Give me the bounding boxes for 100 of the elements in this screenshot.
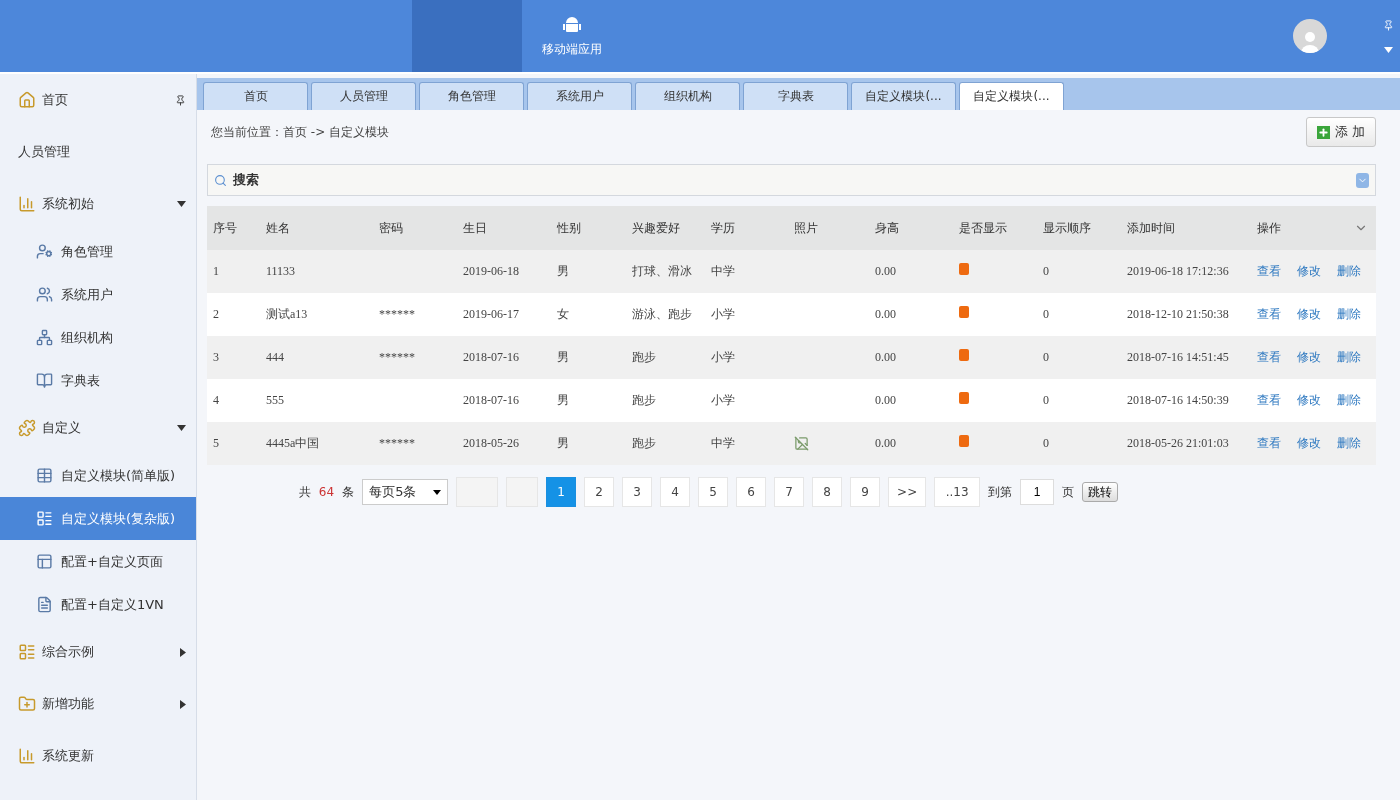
column-header[interactable]: 学历	[711, 219, 735, 237]
action-link[interactable]: 查看	[1257, 392, 1281, 409]
page-button[interactable]: 9	[850, 477, 881, 507]
tab[interactable]: 系统用户	[527, 82, 632, 110]
sidebar-item[interactable]: 自定义	[0, 402, 196, 454]
table-cell: 555	[266, 393, 284, 408]
column-header[interactable]: 密码	[379, 219, 403, 237]
search-title: 搜索	[233, 171, 259, 189]
column-header[interactable]: 是否显示	[959, 219, 1007, 237]
table-cell: ******	[379, 436, 415, 451]
page-button[interactable]: 7	[774, 477, 805, 507]
page-size-select[interactable]: 每页5条	[362, 479, 449, 505]
column-header[interactable]: 操作	[1257, 219, 1281, 237]
pin-icon[interactable]	[175, 94, 186, 106]
action-link[interactable]: 删除	[1337, 349, 1361, 366]
action-link[interactable]: 删除	[1337, 306, 1361, 323]
action-link[interactable]: 修改	[1297, 392, 1321, 409]
page-button[interactable]: 2	[584, 477, 615, 507]
table-cell: 小学	[711, 306, 735, 323]
page-button[interactable]: 4	[660, 477, 691, 507]
action-link[interactable]: 删除	[1337, 392, 1361, 409]
sidebar-subitem[interactable]: 配置+自定义1VN	[0, 583, 196, 626]
action-link[interactable]: 查看	[1257, 349, 1281, 366]
menu-icon	[36, 372, 53, 389]
action-link[interactable]: 修改	[1297, 435, 1321, 452]
action-link[interactable]: 修改	[1297, 263, 1321, 280]
add-button[interactable]: 添 加	[1305, 117, 1376, 147]
tab[interactable]: 首页	[203, 82, 308, 110]
pin-icon[interactable]	[1383, 19, 1394, 31]
sidebar-subitem[interactable]: 角色管理	[0, 230, 196, 273]
column-header[interactable]: 生日	[463, 219, 487, 237]
total-label: 条	[342, 483, 355, 501]
page-button[interactable]: 6	[736, 477, 767, 507]
action-link[interactable]: 删除	[1337, 263, 1361, 280]
caret-down-icon	[177, 201, 186, 207]
sidebar-item[interactable]: 系统更新	[0, 730, 196, 782]
action-link[interactable]: 查看	[1257, 263, 1281, 280]
menu-icon	[18, 195, 36, 213]
tab[interactable]: 角色管理	[419, 82, 524, 110]
collapse-icon[interactable]	[1356, 172, 1369, 188]
app-nav-label[interactable]: 移动端应用	[542, 40, 602, 58]
jump-button[interactable]: 跳转	[1082, 482, 1119, 502]
column-header[interactable]: 兴趣爱好	[632, 219, 680, 237]
page-button[interactable]: 3	[622, 477, 653, 507]
display-flag-icon	[959, 348, 969, 361]
tab[interactable]: 自定义模块(...	[959, 82, 1064, 110]
column-header[interactable]: 序号	[213, 219, 237, 237]
last-page-button[interactable]: ..13	[934, 477, 981, 507]
breadcrumb: 您当前位置：首页 -> 自定义模块	[211, 123, 389, 141]
page-button[interactable]: 5	[698, 477, 729, 507]
action-link[interactable]: 查看	[1257, 306, 1281, 323]
display-flag-icon	[959, 262, 969, 275]
sidebar-item[interactable]: 新增功能	[0, 678, 196, 730]
sidebar-subitem[interactable]: 字典表	[0, 359, 196, 402]
tab[interactable]: 人员管理	[311, 82, 416, 110]
column-header[interactable]: 姓名	[266, 219, 290, 237]
sidebar-item[interactable]: 系统初始	[0, 178, 196, 230]
table-cell: 2018-07-16	[463, 393, 519, 408]
tab[interactable]: 组织机构	[635, 82, 740, 110]
sidebar-subitem[interactable]: 自定义模块(简单版)	[0, 454, 196, 497]
avatar[interactable]	[1293, 19, 1327, 53]
column-header[interactable]: 身高	[875, 219, 899, 237]
column-header[interactable]: 显示顺序	[1043, 219, 1091, 237]
table-cell: 小学	[711, 392, 735, 409]
table-cell: 2018-07-16	[463, 350, 519, 365]
action-link[interactable]: 删除	[1337, 435, 1361, 452]
sidebar-item[interactable]: 人员管理	[0, 126, 196, 178]
table-cell: 男	[557, 349, 569, 366]
sidebar-subitem[interactable]: 自定义模块(复杂版)	[0, 497, 196, 540]
next-page-button[interactable]: >>	[888, 477, 927, 507]
nav-tile[interactable]	[412, 0, 522, 72]
page-input[interactable]: 1	[1020, 479, 1055, 505]
action-link[interactable]: 查看	[1257, 435, 1281, 452]
table-cell: 2019-06-17	[463, 307, 519, 322]
table-cell: 2018-07-16 14:51:45	[1127, 350, 1229, 365]
column-header[interactable]: 照片	[794, 219, 818, 237]
action-link[interactable]: 修改	[1297, 349, 1321, 366]
search-panel[interactable]: 搜索	[207, 164, 1376, 196]
sidebar-subitem[interactable]: 配置+自定义页面	[0, 540, 196, 583]
caret-down-icon[interactable]	[1384, 46, 1393, 53]
table-cell: 中学	[711, 435, 735, 452]
sidebar-item[interactable]: 首页	[0, 74, 196, 126]
total-count: 64	[318, 485, 335, 499]
action-link[interactable]: 修改	[1297, 306, 1321, 323]
caret-down-icon	[433, 489, 442, 495]
tab[interactable]: 自定义模块(...	[851, 82, 956, 110]
table-cell: 1	[213, 264, 219, 279]
page-button[interactable]: 8	[812, 477, 843, 507]
table-cell: 5	[213, 436, 219, 451]
table-cell: 0	[1043, 350, 1049, 365]
sidebar-item[interactable]: 综合示例	[0, 626, 196, 678]
table-cell: 打球、滑冰	[632, 263, 692, 280]
sidebar-subitem[interactable]: 组织机构	[0, 316, 196, 359]
tab[interactable]: 字典表	[743, 82, 848, 110]
table-cell: 2018-05-26 21:01:03	[1127, 436, 1229, 451]
table-cell: 0.00	[875, 307, 896, 322]
column-header[interactable]: 性别	[557, 219, 581, 237]
sidebar-subitem[interactable]: 系统用户	[0, 273, 196, 316]
column-header[interactable]: 添加时间	[1127, 219, 1175, 237]
caret-right-icon	[180, 699, 186, 709]
